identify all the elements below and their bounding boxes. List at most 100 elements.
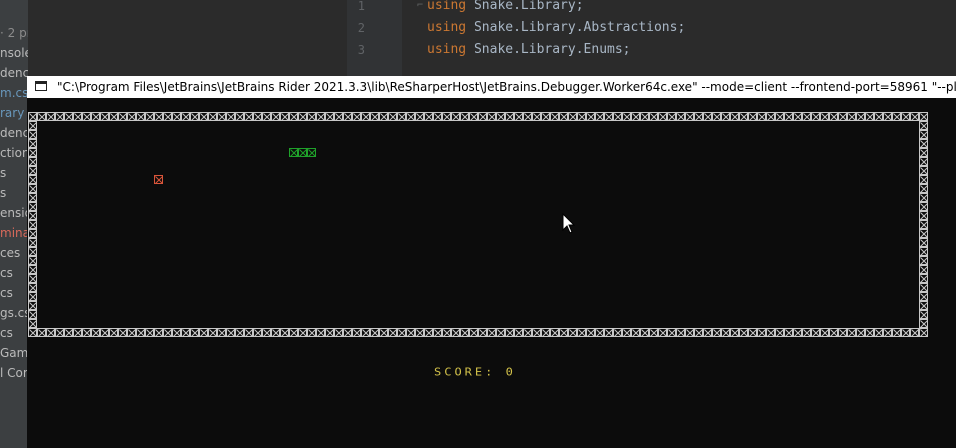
wall-cell: [469, 328, 478, 337]
solution-tree-item[interactable]: m.cs: [0, 83, 28, 103]
wall-cell: [919, 238, 928, 247]
solution-tree-item[interactable]: cs: [0, 283, 28, 303]
wall-cell: [667, 112, 676, 121]
solution-tree-item[interactable]: rary: [0, 103, 28, 123]
wall-cell: [136, 328, 145, 337]
wall-cell: [613, 112, 622, 121]
wall-cell: [28, 301, 37, 310]
wall-cell: [28, 229, 37, 238]
wall-cell: [235, 328, 244, 337]
wall-cell: [721, 328, 730, 337]
wall-cell: [226, 112, 235, 121]
wall-cell: [388, 112, 397, 121]
wall-cell: [127, 112, 136, 121]
wall-cell: [28, 184, 37, 193]
solution-tree-item[interactable]: gs.cs: [0, 303, 28, 323]
wall-cell: [856, 112, 865, 121]
solution-tree-item[interactable]: ension: [0, 203, 28, 223]
solution-tree-item[interactable]: l Con: [0, 363, 28, 383]
wall-cell: [640, 112, 649, 121]
wall-cell: [919, 220, 928, 229]
wall-cell: [478, 112, 487, 121]
wall-cell: [118, 112, 127, 121]
solution-tree-item[interactable]: dencie: [0, 123, 28, 143]
wall-cell: [919, 256, 928, 265]
wall-cell: [595, 328, 604, 337]
wall-cell: [883, 328, 892, 337]
wall-cell: [154, 112, 163, 121]
code-line[interactable]: 1 ⌐ using Snake.Library;: [347, 0, 956, 17]
wall-cell: [28, 283, 37, 292]
wall-cell: [253, 112, 262, 121]
wall-cell: [415, 112, 424, 121]
wall-cell: [28, 319, 37, 328]
wall-cell: [748, 112, 757, 121]
wall-cell: [100, 328, 109, 337]
solution-tree-item[interactable]: Game: [0, 343, 28, 363]
wall-cell: [919, 139, 928, 148]
wall-cell: [586, 328, 595, 337]
solution-tree-item[interactable]: ctions: [0, 143, 28, 163]
wall-cell: [919, 112, 928, 121]
game-board: SCORE: 0: [27, 98, 956, 448]
console-window[interactable]: "C:\Program Files\JetBrains\JetBrains Ri…: [27, 76, 956, 448]
wall-cell: [100, 112, 109, 121]
code-line[interactable]: 2 using Snake.Library.Abstractions;: [347, 17, 956, 39]
solution-tree-item[interactable]: cs: [0, 263, 28, 283]
wall-cell: [919, 121, 928, 130]
wall-cell: [730, 112, 739, 121]
wall-cell: [460, 328, 469, 337]
wall-cell: [775, 328, 784, 337]
wall-cell: [469, 112, 478, 121]
wall-cell: [658, 112, 667, 121]
wall-cell: [460, 112, 469, 121]
wall-cell: [28, 274, 37, 283]
wall-cell: [28, 148, 37, 157]
wall-cell: [64, 328, 73, 337]
solution-tree-item[interactable]: cs: [0, 323, 28, 343]
wall-cell: [82, 328, 91, 337]
wall-cell: [28, 310, 37, 319]
solution-tree-item[interactable]: s: [0, 163, 28, 183]
wall-cell: [442, 112, 451, 121]
wall-cell: [919, 211, 928, 220]
solution-tree-item[interactable]: s: [0, 183, 28, 203]
line-number: 2: [357, 21, 365, 35]
solution-tree-item[interactable]: nsole: [0, 43, 28, 63]
wall-cell: [910, 112, 919, 121]
wall-cell: [685, 328, 694, 337]
wall-cell: [361, 112, 370, 121]
wall-cell: [757, 328, 766, 337]
wall-cell: [595, 112, 604, 121]
wall-cell: [748, 328, 757, 337]
wall-cell: [379, 112, 388, 121]
wall-cell: [775, 112, 784, 121]
wall-cell: [343, 328, 352, 337]
wall-cell: [28, 121, 37, 130]
wall-cell: [487, 112, 496, 121]
wall-cell: [919, 193, 928, 202]
wall-cell: [532, 328, 541, 337]
console-title: "C:\Program Files\JetBrains\JetBrains Ri…: [57, 80, 956, 94]
wall-cell: [496, 112, 505, 121]
wall-cell: [865, 328, 874, 337]
solution-tree-item[interactable]: ces: [0, 243, 28, 263]
fold-marker-icon[interactable]: ⌐: [417, 0, 423, 17]
wall-cell: [559, 328, 568, 337]
wall-cell: [919, 274, 928, 283]
wall-cell: [46, 112, 55, 121]
wall-cell: [892, 328, 901, 337]
wall-cell: [406, 112, 415, 121]
wall-cell: [604, 328, 613, 337]
code-line[interactable]: 3 using Snake.Library.Enums;: [347, 39, 956, 61]
wall-cell: [82, 112, 91, 121]
wall-cell: [838, 328, 847, 337]
wall-cell: [784, 112, 793, 121]
solution-tree-item[interactable]: minal: [0, 223, 28, 243]
wall-cell: [424, 112, 433, 121]
code-editor[interactable]: 1 ⌐ using Snake.Library; 2 using Snake.Libra…: [347, 0, 956, 80]
wall-cell: [478, 328, 487, 337]
console-title-bar[interactable]: "C:\Program Files\JetBrains\JetBrains Ri…: [27, 76, 956, 98]
solution-tree-item[interactable]: dencie: [0, 63, 28, 83]
wall-cell: [856, 328, 865, 337]
